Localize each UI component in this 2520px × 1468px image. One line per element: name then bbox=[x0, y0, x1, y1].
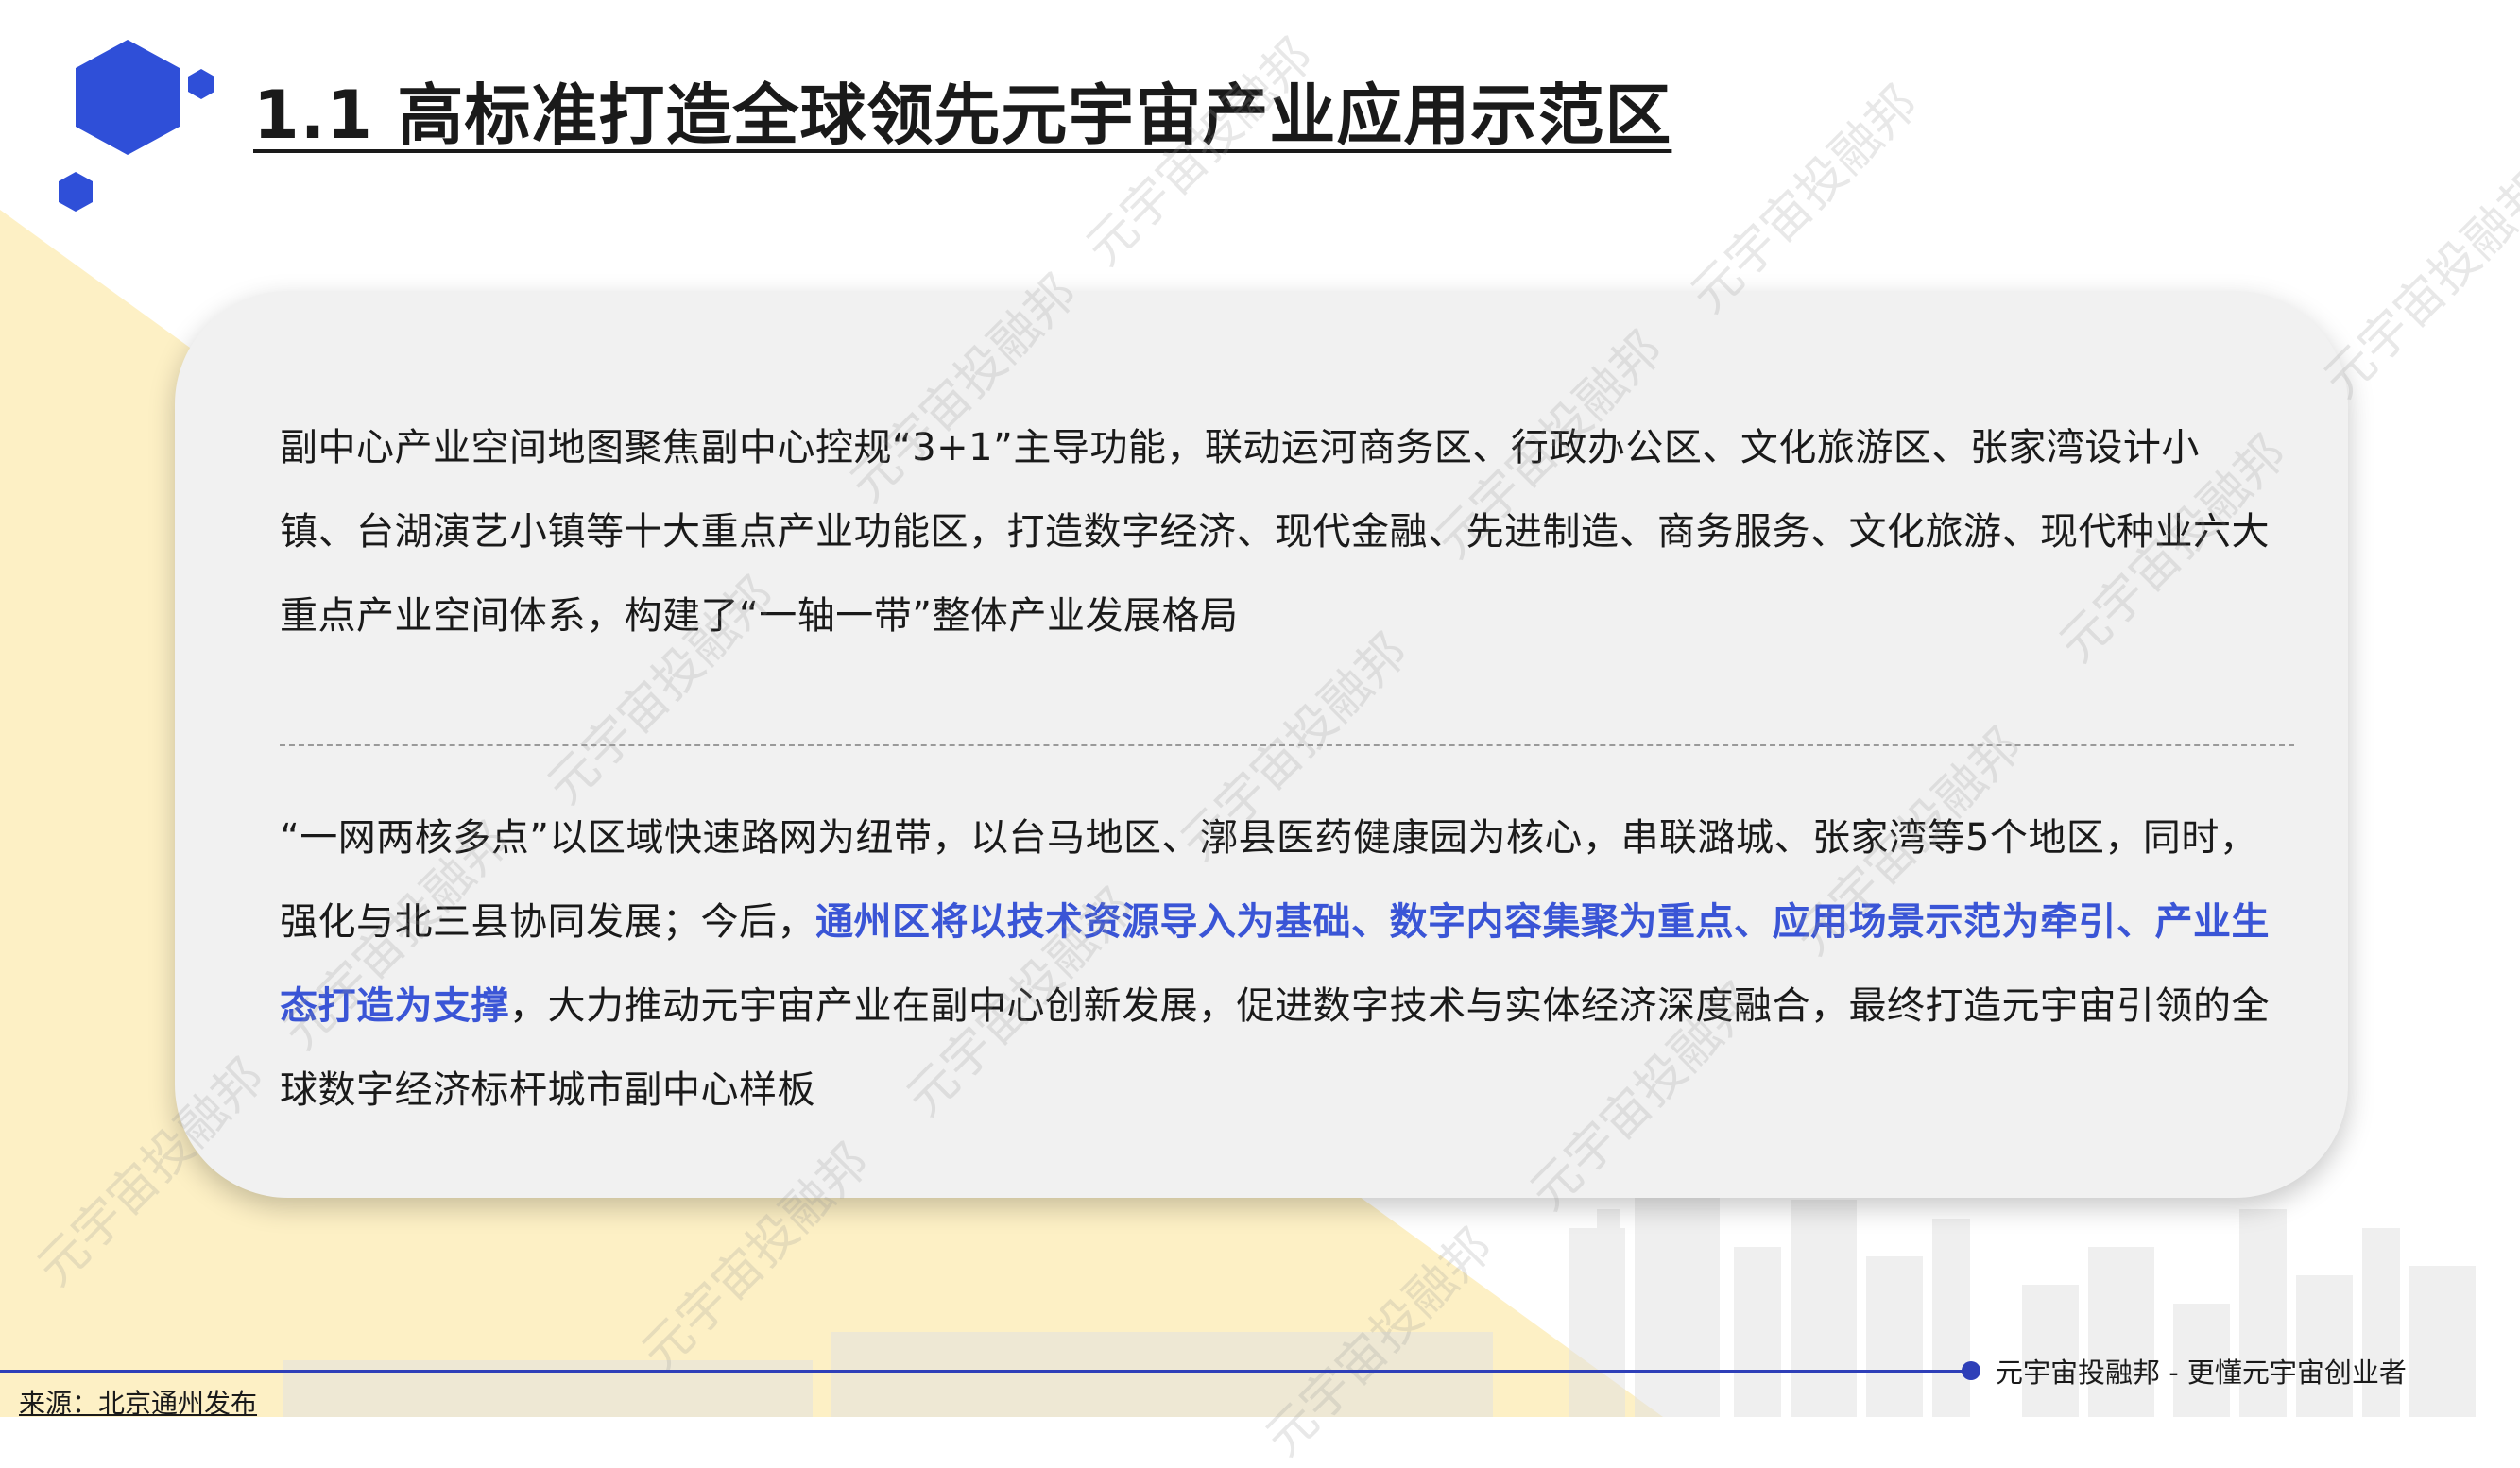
paragraph-spatial-layout: 副中心产业空间地图聚焦副中心控规“3+1”主导功能，联动运河商务区、行政办公区、… bbox=[280, 426, 2270, 638]
source-citation: 来源：北京通州发布 bbox=[19, 1388, 258, 1419]
page-title: 1.1 高标准打造全球领先元宇宙产业应用示范区 bbox=[253, 77, 1672, 154]
paragraph-text-after: ，大力推动元宇宙产业在副中心创新发展，促进数字技术与实体经济深度融合，最终打造元… bbox=[280, 984, 2270, 1112]
footer-rule bbox=[0, 1370, 1975, 1373]
paragraph-development-plan: “一网两核多点”以区域快速路网为纽带，以台马地区、漷县医药健康园为核心，串联潞城… bbox=[280, 796, 2273, 1133]
dashed-divider bbox=[280, 744, 2294, 746]
footer-brand: 元宇宙投融邦 - 更懂元宇宙创业者 bbox=[1996, 1357, 2407, 1389]
footer-dot-icon bbox=[1962, 1361, 1980, 1380]
hexagon-logo-icon bbox=[59, 40, 214, 212]
